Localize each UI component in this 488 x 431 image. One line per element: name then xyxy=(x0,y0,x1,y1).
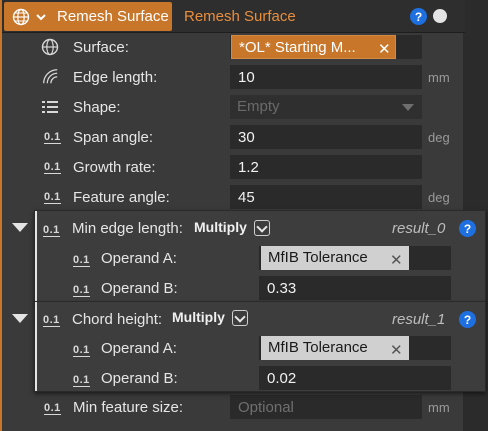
operand-a-tag-label: MfIB Tolerance xyxy=(268,249,368,266)
number-icon: 0.1 xyxy=(44,131,61,144)
help-icon[interactable]: ? xyxy=(410,8,427,25)
group-indent-bar xyxy=(35,211,37,302)
growth-rate-label: Growth rate: xyxy=(73,159,156,176)
chevron-down-icon xyxy=(36,14,46,21)
operand-b-label: Operand B: xyxy=(101,370,178,387)
collapse-toggle-icon[interactable] xyxy=(12,223,28,232)
globe-icon xyxy=(12,8,30,26)
min-feature-size-unit: mm xyxy=(428,400,450,415)
feature-angle-label: Feature angle: xyxy=(73,189,170,206)
span-angle-label: Span angle: xyxy=(73,129,154,146)
surface-label: Surface: xyxy=(73,39,129,56)
min-feature-size-input[interactable]: Optional xyxy=(230,395,422,419)
edge-length-label: Edge length: xyxy=(73,69,158,86)
number-icon: 0.1 xyxy=(44,402,61,415)
globe-icon xyxy=(41,38,59,56)
result-label: result_0 xyxy=(392,220,446,237)
min-feature-size-label: Min feature size: xyxy=(73,399,184,416)
operand-b-input[interactable]: 0.02 xyxy=(259,366,451,390)
operand-b-input[interactable]: 0.33 xyxy=(259,276,451,300)
surface-tag[interactable]: *OL* Starting M... xyxy=(231,35,396,59)
shape-label: Shape: xyxy=(73,99,121,116)
node-subtitle: Remesh Surface xyxy=(184,8,296,25)
operand-b-label: Operand B: xyxy=(101,280,178,297)
feature-angle-input[interactable]: 45 xyxy=(230,185,422,209)
node-header: Remesh Surface Remesh Surface ? xyxy=(2,0,465,33)
min-edge-length-group: 0.1 Min edge length: Multiply result_0 ?… xyxy=(34,210,486,303)
operation-dropdown-icon[interactable] xyxy=(254,220,270,236)
group-indent-bar xyxy=(35,302,37,391)
remove-icon[interactable]: ✕ xyxy=(390,339,403,363)
help-icon[interactable]: ? xyxy=(459,220,476,237)
operand-a-field[interactable]: MfIB Tolerance ✕ xyxy=(259,336,451,360)
number-icon: 0.1 xyxy=(43,224,60,237)
growth-rate-input[interactable]: 1.2 xyxy=(230,155,422,179)
operand-a-tag[interactable]: MfIB Tolerance xyxy=(261,336,409,360)
number-icon: 0.1 xyxy=(73,254,90,267)
remove-icon[interactable]: ✕ xyxy=(390,249,403,273)
node-title: Remesh Surface xyxy=(57,8,169,25)
number-icon: 0.1 xyxy=(73,344,90,357)
list-icon xyxy=(42,101,58,113)
caret-down-icon xyxy=(402,104,414,111)
chord-height-label: Chord height: xyxy=(72,311,163,328)
operand-a-tag-label: MfIB Tolerance xyxy=(268,339,368,356)
chord-height-group: 0.1 Chord height: Multiply result_1 ? 0.… xyxy=(34,301,486,392)
surface-field[interactable]: *OL* Starting M... ✕ xyxy=(230,35,422,59)
status-dot[interactable] xyxy=(433,9,447,23)
edge-length-unit: mm xyxy=(428,70,450,85)
operand-a-label: Operand A: xyxy=(101,250,177,267)
remove-icon[interactable]: ✕ xyxy=(378,38,391,62)
operand-a-label: Operand A: xyxy=(101,340,177,357)
span-angle-input[interactable]: 30 xyxy=(230,125,422,149)
number-icon: 0.1 xyxy=(73,284,90,297)
min-edge-length-label: Min edge length: xyxy=(72,220,183,237)
node-title-button[interactable]: Remesh Surface xyxy=(4,2,172,31)
feature-angle-unit: deg xyxy=(428,190,450,205)
number-icon: 0.1 xyxy=(73,374,90,387)
span-angle-unit: deg xyxy=(428,130,450,145)
number-icon: 0.1 xyxy=(43,314,60,327)
operand-a-tag[interactable]: MfIB Tolerance xyxy=(261,246,409,270)
number-icon: 0.1 xyxy=(44,161,61,174)
edge-length-icon xyxy=(43,69,58,84)
collapse-toggle-icon[interactable] xyxy=(12,314,28,323)
shape-select[interactable]: Empty xyxy=(230,95,422,119)
operation-dropdown-icon[interactable] xyxy=(232,310,248,326)
shape-select-value: Empty xyxy=(237,98,280,115)
operand-a-field[interactable]: MfIB Tolerance ✕ xyxy=(259,246,451,270)
operation-label[interactable]: Multiply xyxy=(172,309,225,325)
operation-label[interactable]: Multiply xyxy=(194,219,247,235)
help-icon[interactable]: ? xyxy=(459,311,476,328)
result-label: result_1 xyxy=(392,311,446,328)
number-icon: 0.1 xyxy=(44,191,61,204)
surface-tag-label: *OL* Starting M... xyxy=(239,39,356,56)
edge-length-input[interactable]: 10 xyxy=(230,65,422,89)
